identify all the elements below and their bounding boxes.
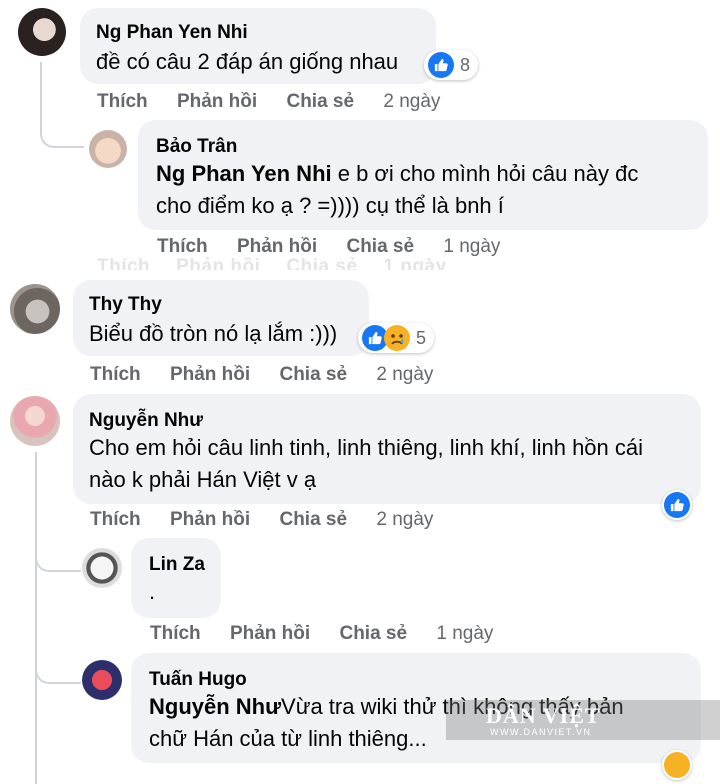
comment-text-line: nào k phải Hán Việt v ạ bbox=[89, 467, 317, 492]
like-action[interactable]: Thích bbox=[90, 364, 141, 385]
commenter-name[interactable]: Nguyễn Như bbox=[89, 410, 203, 432]
share-action[interactable]: Chia sẻ bbox=[346, 236, 414, 257]
timestamp[interactable]: 2 ngày bbox=[376, 509, 433, 530]
ghost-actions: Thích Phản hồi Chia sẻ 1 ngày bbox=[97, 256, 447, 270]
avatar[interactable] bbox=[18, 8, 66, 56]
comment-text: e b ơi cho mình hỏi câu này đc bbox=[331, 161, 639, 186]
timestamp[interactable]: 1 ngày bbox=[443, 236, 500, 257]
commenter-name[interactable]: Ng Phan Yen Nhi bbox=[96, 22, 248, 44]
reaction-count: 5 bbox=[416, 327, 427, 348]
comment-bubble: Lin Za . bbox=[131, 538, 221, 618]
watermark-url: WWW.DANVIET.VN bbox=[490, 727, 592, 737]
like-action[interactable]: Thích bbox=[157, 236, 208, 257]
comment-actions: Thích Phản hồi Chia sẻ 1 ngày bbox=[157, 236, 500, 258]
reaction-emoji-icon bbox=[664, 752, 690, 778]
reply-action[interactable]: Phản hồi bbox=[170, 509, 250, 530]
reply-action[interactable]: Phản hồi bbox=[170, 364, 250, 385]
comment-actions: Thích Phản hồi Chia sẻ 2 ngày bbox=[90, 509, 433, 531]
comment-bubble: Nguyễn Như Cho em hỏi câu linh tinh, lin… bbox=[73, 394, 701, 504]
comment-text: Biểu đồ tròn nó lạ lắm :))) bbox=[89, 321, 338, 346]
commenter-name[interactable]: Bảo Trân bbox=[156, 136, 237, 158]
mention-link[interactable]: Ng Phan Yen Nhi bbox=[156, 161, 332, 186]
timestamp[interactable]: 2 ngày bbox=[383, 91, 440, 112]
comment-actions: Thích Phản hồi Chia sẻ 1 ngày bbox=[150, 623, 493, 645]
comment-text-line: cho điểm ko ạ ? =)))) cụ thể là bnh í bbox=[156, 193, 504, 218]
share-action[interactable]: Chia sẻ bbox=[339, 623, 407, 644]
like-action[interactable]: Thích bbox=[90, 509, 141, 530]
avatar[interactable] bbox=[89, 130, 127, 168]
reaction-summary[interactable]: 5 bbox=[358, 323, 435, 353]
comment-text-line: Ng Phan Yen Nhi e b ơi cho mình hỏi câu … bbox=[156, 158, 638, 190]
like-reaction-icon bbox=[428, 52, 454, 78]
thread-connector bbox=[35, 660, 81, 684]
comment-bubble: Thy Thy Biểu đồ tròn nó lạ lắm :))) bbox=[73, 280, 369, 356]
reply-action[interactable]: Phản hồi bbox=[237, 236, 317, 257]
avatar[interactable] bbox=[10, 396, 60, 446]
share-action[interactable]: Chia sẻ bbox=[279, 509, 347, 530]
avatar[interactable] bbox=[82, 548, 122, 588]
comment-actions: Thích Phản hồi Chia sẻ 2 ngày bbox=[97, 91, 440, 113]
reply-action[interactable]: Phản hồi bbox=[230, 623, 310, 644]
reaction-summary[interactable] bbox=[662, 490, 692, 520]
avatar[interactable] bbox=[10, 284, 60, 334]
watermark: DÂN VIỆT WWW.DANVIET.VN bbox=[446, 700, 720, 740]
like-action[interactable]: Thích bbox=[97, 91, 148, 112]
thread-connector bbox=[35, 548, 81, 572]
watermark-brand: DÂN VIỆT bbox=[486, 703, 601, 728]
comment-bubble: Bảo Trân Ng Phan Yen Nhi e b ơi cho mình… bbox=[138, 120, 708, 230]
timestamp[interactable]: 2 ngày bbox=[376, 364, 433, 385]
comment-bubble: Ng Phan Yen Nhi đề có câu 2 đáp án giống… bbox=[80, 8, 436, 84]
avatar[interactable] bbox=[82, 660, 122, 700]
like-action[interactable]: Thích bbox=[150, 623, 201, 644]
share-action[interactable]: Chia sẻ bbox=[286, 91, 354, 112]
like-reaction-icon bbox=[664, 492, 690, 518]
commenter-name[interactable]: Thy Thy bbox=[89, 294, 162, 316]
commenter-name[interactable]: Lin Za bbox=[149, 554, 205, 576]
reaction-count: 8 bbox=[460, 54, 471, 75]
thread-connector bbox=[40, 62, 84, 148]
reply-action[interactable]: Phản hồi bbox=[177, 91, 257, 112]
commenter-name[interactable]: Tuấn Hugo bbox=[149, 669, 247, 691]
comment-text-line: chữ Hán của từ linh thiêng... bbox=[149, 726, 427, 751]
comment-text-line: Cho em hỏi câu linh tinh, linh thiêng, l… bbox=[89, 435, 644, 460]
comment-actions: Thích Phản hồi Chia sẻ 2 ngày bbox=[90, 364, 433, 386]
reaction-summary[interactable]: 8 bbox=[424, 50, 479, 80]
comment-text: . bbox=[149, 579, 156, 604]
timestamp[interactable]: 1 ngày bbox=[436, 623, 493, 644]
sad-reaction-icon bbox=[384, 325, 410, 351]
reaction-summary[interactable] bbox=[662, 750, 692, 780]
comment-text: đề có câu 2 đáp án giống nhau bbox=[96, 49, 399, 74]
share-action[interactable]: Chia sẻ bbox=[279, 364, 347, 385]
mention-link[interactable]: Nguyễn Như bbox=[149, 694, 281, 719]
